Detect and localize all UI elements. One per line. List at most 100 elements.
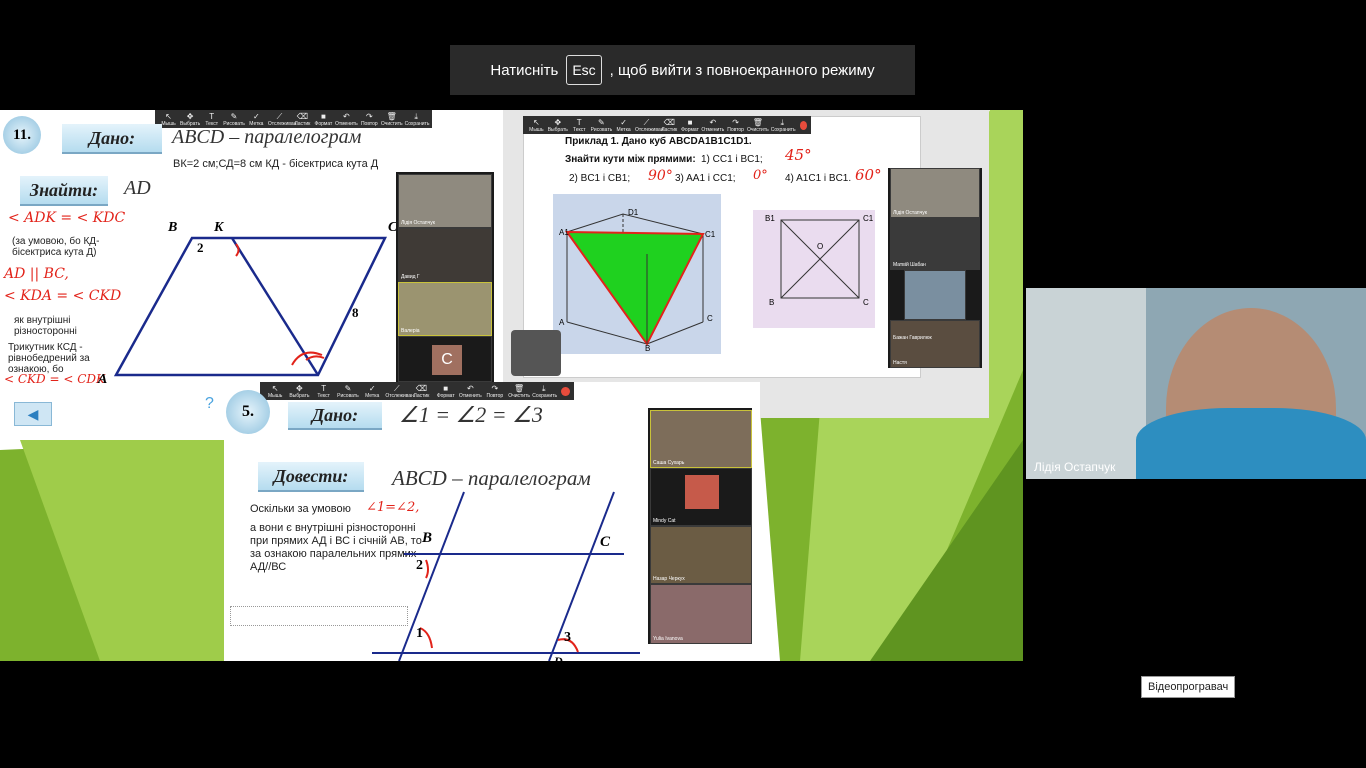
toolbar-tool-button[interactable]: T Текст xyxy=(570,118,589,133)
toolbar-tool-button[interactable]: ↶ Отменить xyxy=(701,118,724,133)
angle-label-1: 1 xyxy=(416,626,423,641)
toolbar-tool-button[interactable]: ⌫ Ластик xyxy=(660,118,679,133)
toolbar-tool-label: Очистить xyxy=(746,126,769,133)
toolbar-tool-button[interactable]: ⟋ Отслеживан. xyxy=(635,117,665,133)
participant-tile[interactable]: С xyxy=(398,336,492,382)
toolbar-tool-icon: 🗑 xyxy=(752,117,763,127)
toolbar-tool-label: Мышь xyxy=(529,126,544,133)
toolbar-tool-icon: ⤓ xyxy=(780,117,784,127)
participant-tile[interactable]: Mindy Cat xyxy=(650,468,752,526)
toolbar-tool-label: Формат xyxy=(681,126,699,133)
participant-tile[interactable]: Yulia Ivanova xyxy=(650,584,752,644)
cube-figure xyxy=(553,194,721,354)
video-player-tooltip: Відеопрогравач xyxy=(1141,676,1236,698)
participants-strip-1: Лідія Остапчук Давид Г Валеріа С xyxy=(396,172,494,382)
vertex-d: D xyxy=(554,654,563,661)
annotation-toolbar[interactable]: ↖ Мышь ✥ Выбрать T Текст ✎ Рисовать ✓ Метка ⟋ Отсле… xyxy=(523,116,811,134)
cube-label-c: C xyxy=(707,314,713,323)
participant-tile[interactable]: Назар Черкух xyxy=(650,526,752,584)
active-speaker-video[interactable] xyxy=(1026,288,1366,479)
toolbar-tool-button[interactable]: 🗑 Очистить xyxy=(747,118,769,133)
toolbar-tool-icon: ⌫ xyxy=(663,117,675,127)
vertex-c: C xyxy=(600,534,611,550)
toolbar-close-button[interactable] xyxy=(799,120,808,130)
toolbar-tool-icon: ■ xyxy=(687,117,693,127)
angle-label-3: 3 xyxy=(564,630,571,645)
square-figure xyxy=(753,210,875,328)
toolbar-tool-label: Отменить xyxy=(701,126,725,133)
participant-name: Давид Г xyxy=(401,274,420,280)
toolbar-tool-button[interactable]: ⤓ Сохранить xyxy=(770,117,796,133)
cube-p4: 4) A1C1 і BC1. xyxy=(785,173,852,184)
toolbar-tool-button[interactable]: ■ Формат xyxy=(681,118,700,133)
back-arrow-icon[interactable]: ◀ xyxy=(14,402,52,426)
toolbar-tool-icon: ↖ xyxy=(533,117,540,127)
esc-key-badge: Esc xyxy=(566,55,602,85)
participant-tile[interactable]: Бажан Гаврилюк Настя xyxy=(890,320,980,368)
participant-name: Матвій Шабан xyxy=(893,262,926,268)
toolbar-tool-label: Текст xyxy=(572,126,586,133)
participant-tile[interactable]: Саша Сухарь xyxy=(650,410,752,468)
participant-name: Лідія Остапчук xyxy=(401,220,435,226)
participant-name: Саша Сухарь xyxy=(653,460,685,466)
toolbar-tool-icon: T xyxy=(576,117,582,127)
cube-answer-1: 45° xyxy=(785,146,812,164)
cube-label-c1: C1 xyxy=(705,230,716,239)
toolbar-tool-label: Выбрать xyxy=(547,126,568,133)
cube-label-a1: A1 xyxy=(559,228,569,237)
toolbar-tool-icon: ✎ xyxy=(598,117,605,127)
participant-name: Yulia Ivanova xyxy=(653,636,683,642)
toolbar-tool-button[interactable]: ✎ Рисовать xyxy=(591,118,613,133)
toolbar-tool-label: Метка xyxy=(616,126,631,133)
toolbar-tool-button[interactable]: ✓ Метка xyxy=(614,118,633,133)
toolbar-tool-label: Ластик xyxy=(661,126,678,133)
participant-name: Mindy Cat xyxy=(653,518,676,524)
toolbar-tool-icon: ✥ xyxy=(554,117,562,127)
cube-p1: 1) CC1 і BC1; xyxy=(701,154,763,165)
cube-answer-4: 60° xyxy=(855,166,882,184)
toolbar-tool-label: Рисовать xyxy=(590,126,613,133)
cube-label-a: A xyxy=(559,318,565,327)
participants-strip-3: Саша Сухарь Mindy Cat Назар Черкух Yulia… xyxy=(648,408,752,644)
square-label-o: O xyxy=(817,242,824,251)
cube-answer-2: 90° xyxy=(648,168,673,184)
cube-p2: 2) BC1 і CB1; xyxy=(569,173,631,184)
participant-name: Бажан Гаврилюк xyxy=(893,335,932,341)
toolbar-tool-icon: ↷ xyxy=(732,117,739,127)
fullscreen-exit-banner: Натисніть Esc , щоб вийти з повноекранно… xyxy=(450,45,915,95)
banner-prefix: Натисніть xyxy=(490,61,559,79)
square-label-c: C xyxy=(863,298,869,307)
banner-suffix: , щоб вийти з повноекранного режиму xyxy=(609,61,875,79)
participant-name: Настя xyxy=(893,360,907,366)
angle-label-2: 2 xyxy=(416,558,423,573)
square-label-b: B xyxy=(769,298,775,307)
cube-task: Приклад 1. Дано куб ABCDA1B1C1D1. xyxy=(565,136,752,147)
cube-label-b: B xyxy=(645,344,651,353)
participant-tile[interactable] xyxy=(904,270,966,320)
toolbar-tool-button[interactable]: ↷ Повтор xyxy=(726,118,745,133)
participant-tile[interactable]: Матвій Шабан xyxy=(890,218,980,270)
participant-tile[interactable]: Лідія Остапчук xyxy=(890,168,980,218)
participant-tile[interactable]: Валеріа xyxy=(398,282,492,336)
vertex-b: B xyxy=(168,220,178,235)
toolbar-tool-label: Сохранить xyxy=(770,126,796,133)
participant-tile[interactable]: Давид Г xyxy=(398,228,492,282)
cube-answer-3: 0° xyxy=(753,168,768,183)
toolbar-tool-label: Повтор xyxy=(727,126,744,133)
participant-name: Назар Черкух xyxy=(653,576,685,582)
toolbar-tool-icon: ✓ xyxy=(620,117,627,127)
participant-tile[interactable]: Лідія Остапчук xyxy=(398,174,492,228)
participant-avatar xyxy=(685,475,719,509)
participant-avatar: С xyxy=(432,345,462,375)
square-label-b1: B1 xyxy=(765,214,775,223)
cube-label-d1: D1 xyxy=(628,208,639,217)
participants-strip-2: Лідія Остапчук Матвій Шабан Бажан Гаврил… xyxy=(888,168,982,368)
square-label-c1: C1 xyxy=(863,214,874,223)
vertex-b: B xyxy=(422,530,433,546)
toolbar-tool-icon: ⟋ xyxy=(643,117,650,127)
vertex-a: A xyxy=(98,372,108,387)
cube-find: Знайти кути між прямими: xyxy=(565,154,696,165)
toolbar-tool-button[interactable]: ✥ Выбрать xyxy=(548,118,568,133)
toolbar-tool-button[interactable]: ↖ Мышь xyxy=(527,118,546,133)
participant-name: Валеріа xyxy=(401,328,420,334)
